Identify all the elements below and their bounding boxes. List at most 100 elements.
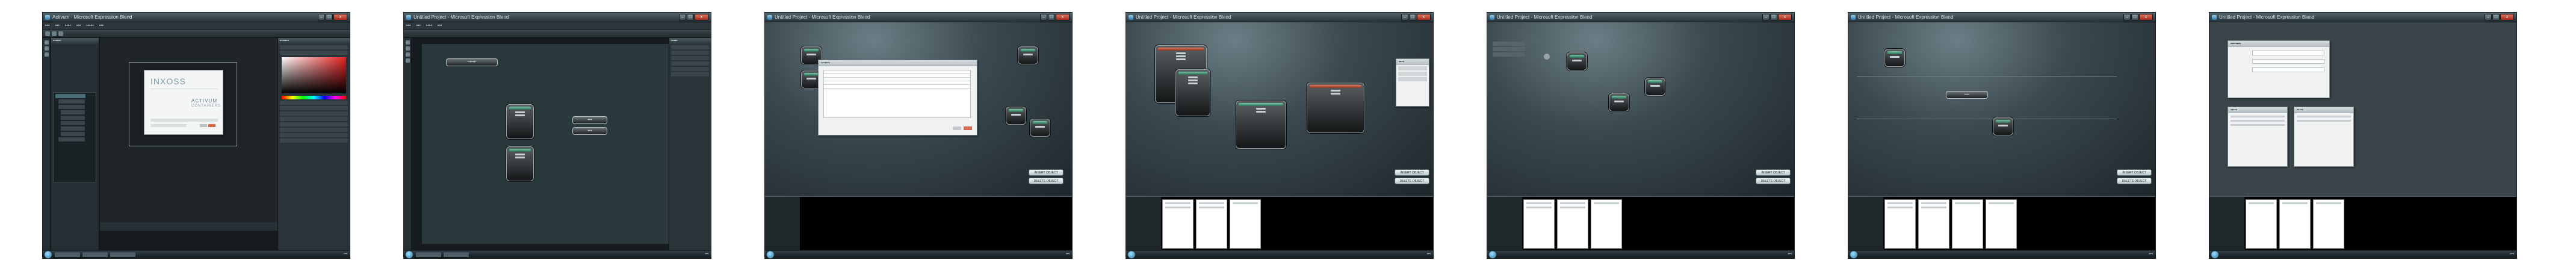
tree-item[interactable]: [58, 137, 85, 142]
preview-card[interactable]: [1884, 199, 1916, 249]
container-node[interactable]: [1175, 69, 1210, 116]
property-row[interactable]: [671, 67, 709, 71]
start-button[interactable]: [1850, 251, 1857, 258]
login-field[interactable]: [150, 119, 218, 122]
maximize-button[interactable]: □: [2492, 14, 2500, 20]
maximize-button[interactable]: □: [687, 14, 694, 20]
taskbar-item[interactable]: [444, 252, 469, 257]
selection-tool-icon[interactable]: [406, 40, 410, 45]
node[interactable]: [1609, 93, 1629, 111]
artboard[interactable]: ▪▪▪▪▪▪▪▪ ▪▪▪▪ ▪▪▪▪: [422, 44, 669, 244]
minimize-button[interactable]: –: [318, 14, 325, 20]
property-row[interactable]: [280, 133, 348, 137]
tree-item[interactable]: [58, 105, 85, 109]
process-object[interactable]: ▪▪▪▪▪: [1946, 91, 1988, 99]
property-row[interactable]: [280, 117, 348, 121]
zoom-tool-icon[interactable]: [406, 52, 410, 57]
menu-item[interactable]: ▪▪▪: [416, 23, 420, 28]
property-row[interactable]: [280, 139, 348, 143]
canvas[interactable]: ▪▪▪▪▪ INSERT OBJECT DELETE OBJECT: [1848, 22, 2155, 196]
start-button[interactable]: [767, 251, 774, 258]
preview-card[interactable]: [1952, 199, 1983, 249]
close-button[interactable]: x: [695, 14, 708, 20]
preview-card[interactable]: [1523, 199, 1555, 249]
node[interactable]: [1006, 107, 1026, 125]
connector-dot[interactable]: [1544, 54, 1550, 60]
minimize-button[interactable]: –: [1040, 14, 1047, 20]
node[interactable]: [1018, 46, 1038, 64]
menu-item[interactable]: ▪▪▪▪▪: [86, 23, 93, 28]
minimize-button[interactable]: –: [1401, 14, 1408, 20]
pen-tool-icon[interactable]: [406, 58, 410, 63]
tree-item[interactable]: [61, 132, 85, 136]
container-node[interactable]: [1236, 101, 1286, 149]
property-row[interactable]: [280, 101, 348, 105]
maximize-button[interactable]: □: [326, 14, 333, 20]
taskbar-item[interactable]: [55, 252, 80, 257]
selection-tool-icon[interactable]: [45, 40, 49, 45]
container-node[interactable]: [506, 146, 534, 181]
container-node[interactable]: [506, 104, 534, 139]
close-button[interactable]: x: [333, 14, 347, 20]
canvas[interactable]: ▪▪▪▪▪▪▪ INSERT OBJECT DELETE OBJECT: [765, 22, 1072, 196]
node[interactable]: [1993, 117, 2013, 136]
form-field[interactable]: [2252, 59, 2324, 64]
property-row[interactable]: [671, 51, 709, 55]
tree-item[interactable]: [61, 110, 85, 114]
canvas[interactable]: INSERT OBJECT DELETE OBJECT: [1487, 22, 1794, 196]
close-button[interactable]: x: [2139, 14, 2153, 20]
insert-object-button[interactable]: INSERT OBJECT: [2117, 169, 2152, 176]
menu-item[interactable]: ▪▪▪: [406, 23, 410, 28]
close-button[interactable]: x: [2500, 14, 2514, 20]
menu-item[interactable]: ▪▪▪: [45, 23, 49, 28]
menu-item[interactable]: ▪▪▪: [438, 23, 442, 28]
maximize-button[interactable]: □: [1409, 14, 1416, 20]
ok-button[interactable]: [200, 124, 207, 127]
palette-item[interactable]: [1398, 77, 1427, 81]
toolbar-button[interactable]: [52, 31, 57, 36]
maximize-button[interactable]: □: [1770, 14, 1777, 20]
node[interactable]: [1030, 119, 1050, 137]
link-object[interactable]: ▪▪▪▪: [572, 116, 607, 124]
hue-slider[interactable]: [282, 96, 346, 99]
node[interactable]: [1884, 49, 1905, 67]
preview-card[interactable]: [1230, 199, 1261, 249]
preview-card[interactable]: [1196, 199, 1227, 249]
preview-card[interactable]: [2246, 199, 2277, 249]
menu-item[interactable]: ▪▪▪: [99, 23, 104, 28]
ok-button[interactable]: [953, 126, 961, 130]
delete-object-button[interactable]: DELETE OBJECT: [1029, 178, 1064, 184]
menu-item[interactable]: ▪▪▪: [55, 23, 59, 28]
minimize-button[interactable]: –: [2485, 14, 2492, 20]
property-row[interactable]: [671, 72, 709, 76]
menu-item[interactable]: ▪▪▪▪: [65, 23, 71, 28]
artboard[interactable]: INXOSS ACTIVUM CONTAINERS: [100, 38, 277, 222]
close-button[interactable]: x: [1417, 14, 1431, 20]
tree-item[interactable]: [61, 121, 85, 125]
maximize-button[interactable]: □: [1048, 14, 1055, 20]
cancel-button[interactable]: [964, 126, 972, 130]
color-picker[interactable]: [282, 57, 346, 93]
preview-card[interactable]: [1591, 199, 1622, 249]
close-button[interactable]: x: [1778, 14, 1792, 20]
delete-object-button[interactable]: DELETE OBJECT: [2117, 178, 2152, 184]
maximize-button[interactable]: □: [2131, 14, 2138, 20]
form-field[interactable]: [2252, 67, 2324, 72]
preview-card[interactable]: [1557, 199, 1588, 249]
delete-object-button[interactable]: DELETE OBJECT: [1395, 178, 1429, 184]
property-row[interactable]: [280, 106, 348, 110]
pan-tool-icon[interactable]: [406, 46, 410, 51]
minimize-button[interactable]: –: [679, 14, 686, 20]
start-button[interactable]: [2211, 251, 2218, 258]
form-field[interactable]: [2252, 51, 2324, 55]
menu-item[interactable]: ▪▪▪: [76, 23, 81, 28]
container-node[interactable]: [1307, 83, 1364, 133]
taskbar-item[interactable]: [416, 252, 441, 257]
dialog-table[interactable]: [823, 70, 971, 118]
insert-object-button[interactable]: INSERT OBJECT: [1756, 169, 1791, 176]
property-row[interactable]: [280, 51, 348, 55]
delete-object-button[interactable]: DELETE OBJECT: [1756, 178, 1791, 184]
tree-item[interactable]: [58, 99, 85, 104]
tree-item[interactable]: [61, 126, 85, 131]
object-tree[interactable]: [53, 92, 96, 182]
